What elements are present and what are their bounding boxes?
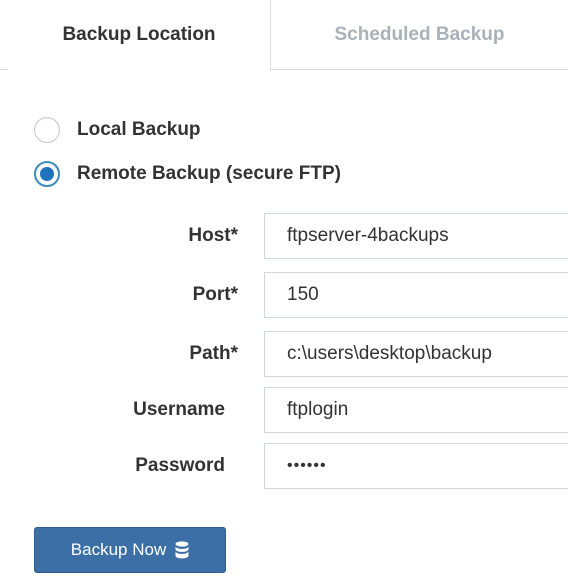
backup-now-label: Backup Now bbox=[70, 540, 167, 559]
username-row: Username bbox=[0, 387, 568, 433]
username-field[interactable] bbox=[264, 387, 568, 433]
local-backup-label: Local Backup bbox=[77, 119, 201, 140]
host-row: Host* bbox=[0, 213, 568, 259]
remote-backup-radio[interactable] bbox=[34, 161, 60, 187]
host-label: Host* bbox=[188, 225, 238, 246]
host-field[interactable] bbox=[264, 213, 568, 259]
tab-backup-location[interactable]: Backup Location bbox=[8, 0, 271, 71]
tab-bar: Backup Location Scheduled Backup bbox=[0, 0, 568, 71]
port-row: Port* bbox=[0, 272, 568, 318]
tab-scheduled-backup[interactable]: Scheduled Backup bbox=[271, 0, 568, 70]
port-field[interactable] bbox=[264, 272, 568, 318]
port-label: Port* bbox=[192, 284, 238, 305]
password-label: Password bbox=[135, 455, 225, 476]
path-row: Path* bbox=[0, 331, 568, 377]
path-field[interactable] bbox=[264, 331, 568, 377]
local-backup-radio[interactable] bbox=[34, 117, 60, 143]
path-label: Path* bbox=[189, 343, 238, 364]
backup-settings-panel: Backup Location Scheduled Backup Local B… bbox=[0, 0, 568, 576]
remote-backup-label: Remote Backup (secure FTP) bbox=[77, 163, 341, 184]
database-icon bbox=[175, 541, 189, 559]
radio-option-remote-backup[interactable]: Remote Backup (secure FTP) bbox=[34, 159, 341, 189]
radio-option-local-backup[interactable]: Local Backup bbox=[34, 115, 201, 145]
password-row: Password bbox=[0, 443, 568, 489]
username-label: Username bbox=[133, 399, 225, 420]
backup-now-button[interactable]: Backup Now bbox=[34, 527, 226, 573]
password-field[interactable] bbox=[264, 443, 568, 489]
